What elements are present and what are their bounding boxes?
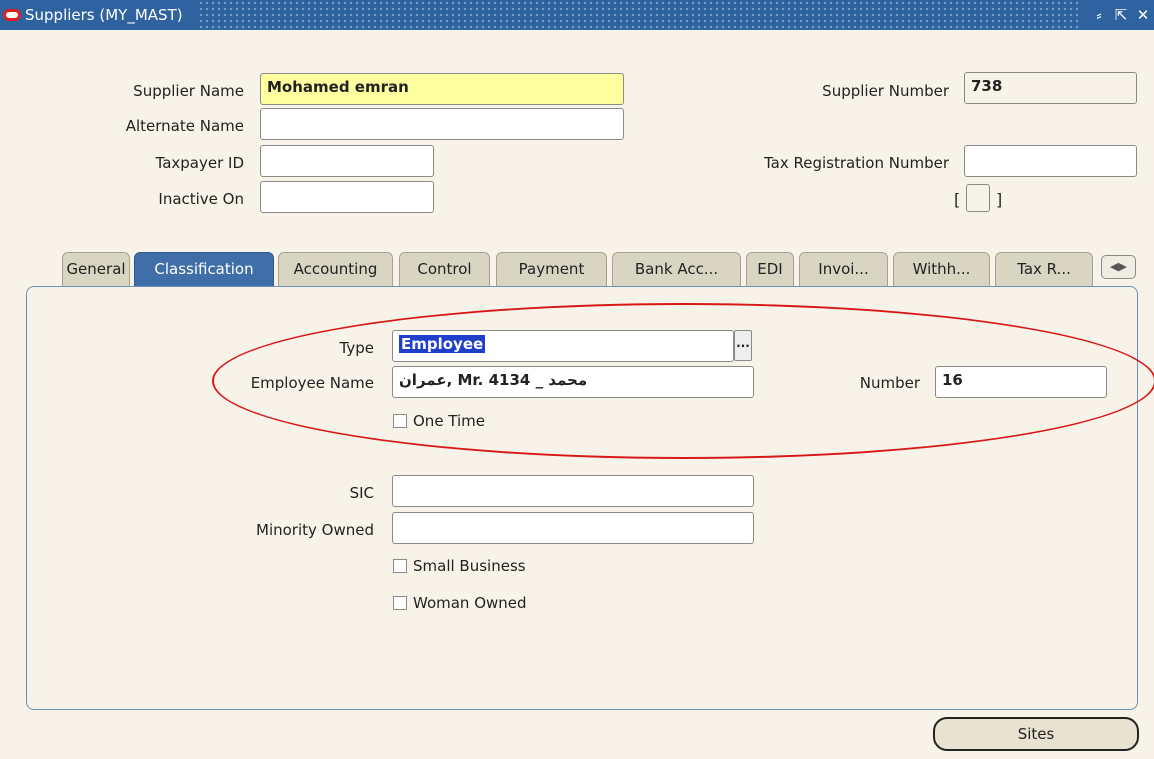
tab-accounting[interactable]: Accounting bbox=[278, 252, 393, 286]
supplier-name-field[interactable]: Mohamed emran bbox=[260, 73, 624, 105]
minimize-icon[interactable]: ⸗ bbox=[1088, 6, 1110, 24]
alternate-name-field[interactable] bbox=[260, 108, 624, 140]
taxpayer-id-field[interactable] bbox=[260, 145, 434, 177]
type-label: Type bbox=[339, 339, 374, 357]
number-label: Number bbox=[859, 374, 920, 392]
title-bar: Suppliers (MY_MAST) ⸗ ⇱ ✕ bbox=[0, 0, 1154, 30]
small-business-label: Small Business bbox=[413, 557, 526, 575]
small-business-checkbox[interactable]: Small Business bbox=[393, 557, 526, 575]
type-field[interactable]: Employee bbox=[392, 330, 734, 362]
inactive-on-label: Inactive On bbox=[158, 190, 244, 208]
tab-payment[interactable]: Payment bbox=[496, 252, 607, 286]
close-icon[interactable]: ✕ bbox=[1132, 6, 1154, 24]
tab-bank-accounts[interactable]: Bank Acc... bbox=[612, 252, 741, 286]
maximize-icon[interactable]: ⇱ bbox=[1110, 6, 1132, 24]
one-time-checkbox[interactable]: One Time bbox=[393, 412, 485, 430]
tab-classification[interactable]: Classification bbox=[134, 252, 274, 286]
tab-withholding[interactable]: Withh... bbox=[893, 252, 990, 286]
supplier-number-label: Supplier Number bbox=[822, 82, 949, 100]
descriptive-flex-close: ] bbox=[996, 190, 1003, 209]
minority-owned-label: Minority Owned bbox=[256, 521, 374, 539]
sic-label: SIC bbox=[349, 484, 374, 502]
supplier-name-label: Supplier Name bbox=[133, 82, 244, 100]
oracle-logo-icon bbox=[3, 9, 21, 21]
tab-control[interactable]: Control bbox=[399, 252, 490, 286]
descriptive-flexfield[interactable] bbox=[966, 184, 990, 212]
checkbox-icon bbox=[393, 414, 407, 428]
window-controls: ⸗ ⇱ ✕ bbox=[1082, 0, 1154, 30]
tab-general[interactable]: General bbox=[62, 252, 130, 286]
sites-button[interactable]: Sites bbox=[933, 717, 1139, 751]
employee-name-field[interactable]: عمران, Mr. 4134 _ محمد bbox=[392, 366, 754, 398]
tab-edi[interactable]: EDI bbox=[746, 252, 794, 286]
tab-invoice[interactable]: Invoi... bbox=[799, 252, 888, 286]
alternate-name-label: Alternate Name bbox=[125, 117, 244, 135]
inactive-on-field[interactable] bbox=[260, 181, 434, 213]
taxpayer-id-label: Taxpayer ID bbox=[155, 154, 244, 172]
title-area: Suppliers (MY_MAST) bbox=[0, 0, 197, 30]
tax-registration-field[interactable] bbox=[964, 145, 1137, 177]
list-of-values-button[interactable]: ... bbox=[734, 330, 752, 361]
supplier-number-field[interactable]: 738 bbox=[964, 72, 1137, 104]
tax-registration-label: Tax Registration Number bbox=[764, 154, 949, 172]
woman-owned-label: Woman Owned bbox=[413, 594, 527, 612]
tab-tax-reporting[interactable]: Tax R... bbox=[995, 252, 1093, 286]
sic-field[interactable] bbox=[392, 475, 754, 507]
minority-owned-field[interactable] bbox=[392, 512, 754, 544]
woman-owned-checkbox[interactable]: Woman Owned bbox=[393, 594, 527, 612]
window-title: Suppliers (MY_MAST) bbox=[25, 6, 183, 24]
one-time-label: One Time bbox=[413, 412, 486, 430]
employee-name-label: Employee Name bbox=[250, 374, 374, 392]
checkbox-icon bbox=[393, 559, 407, 573]
type-value: Employee bbox=[399, 335, 486, 353]
tab-scroll-arrows-icon[interactable]: ◀▶ bbox=[1101, 255, 1136, 279]
employee-number-field[interactable]: 16 bbox=[935, 366, 1107, 398]
checkbox-icon bbox=[393, 596, 407, 610]
descriptive-flex-open: [ bbox=[954, 190, 961, 209]
